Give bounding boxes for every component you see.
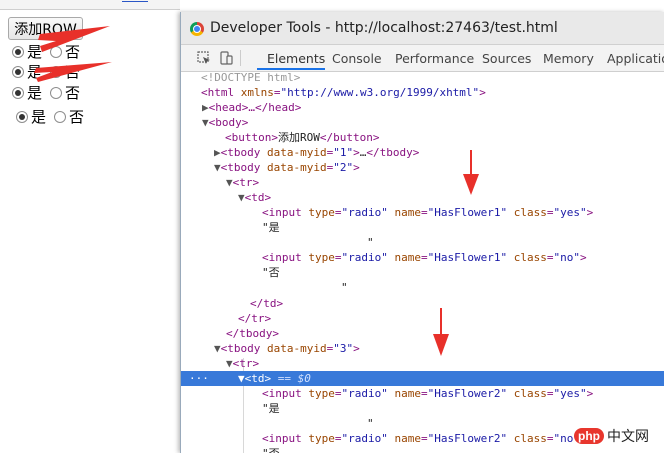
php-logo: php <box>574 428 604 444</box>
red-arrow-4-head <box>433 334 449 356</box>
watermark-text: 中文网 <box>607 429 649 445</box>
red-arrow-2 <box>34 62 112 82</box>
red-arrow-1 <box>38 26 110 52</box>
annotation-arrows <box>34 26 479 356</box>
php-cn-watermark: php 中文网 <box>574 425 649 447</box>
red-arrow-3-head <box>463 174 479 195</box>
red-arrow-3-shaft <box>470 150 472 176</box>
red-arrow-4-shaft <box>440 308 442 336</box>
